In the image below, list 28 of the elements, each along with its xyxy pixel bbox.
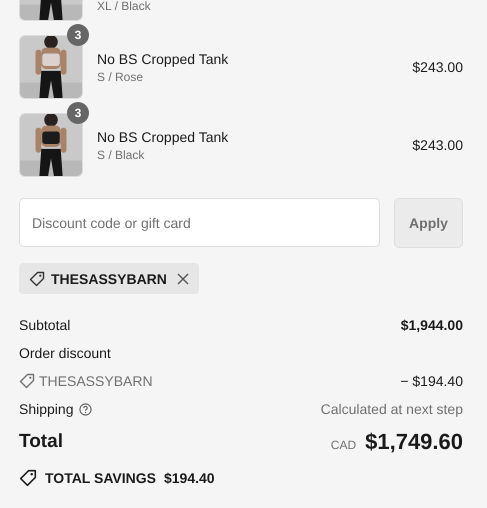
subtotal-label: Subtotal <box>19 317 70 333</box>
product-name: No BS Cropped Tank <box>97 128 230 144</box>
subtotal-value: $1,944.00 <box>400 317 463 333</box>
apply-button[interactable]: Apply <box>394 198 463 248</box>
tag-icon <box>29 270 45 286</box>
currency-code: CAD <box>330 438 356 452</box>
total-savings-label: TOTAL SAVINGS <box>45 470 156 486</box>
product-price: $243.00 <box>412 59 463 75</box>
product-variant: S / Rose <box>97 70 144 84</box>
product-variant: XL / Black <box>97 0 152 13</box>
discount-amount: − $194.40 <box>400 373 463 389</box>
order-discount-label: Order discount <box>19 345 111 361</box>
discount-code: THESASSYBARN <box>39 373 153 389</box>
total-label: Total <box>19 431 63 453</box>
product-variant: S / Black <box>97 148 146 162</box>
product-price: $243.00 <box>412 137 463 153</box>
tag-icon <box>19 373 35 389</box>
discount-code-field[interactable]: Discount code or gift card <box>19 198 380 247</box>
help-icon[interactable] <box>78 402 92 416</box>
close-icon[interactable] <box>176 272 189 284</box>
product-name: No BS Cropped Tank <box>97 50 230 66</box>
shipping-label: Shipping <box>19 401 74 417</box>
total-amount: $1,749.60 <box>365 429 463 455</box>
quantity-badge: 3 <box>67 24 89 46</box>
shipping-value: Calculated at next step <box>320 401 463 417</box>
quantity-badge: 3 <box>67 102 89 124</box>
discount-code: THESASSYBARN <box>51 270 167 286</box>
total-savings-amount: $194.40 <box>164 470 215 486</box>
